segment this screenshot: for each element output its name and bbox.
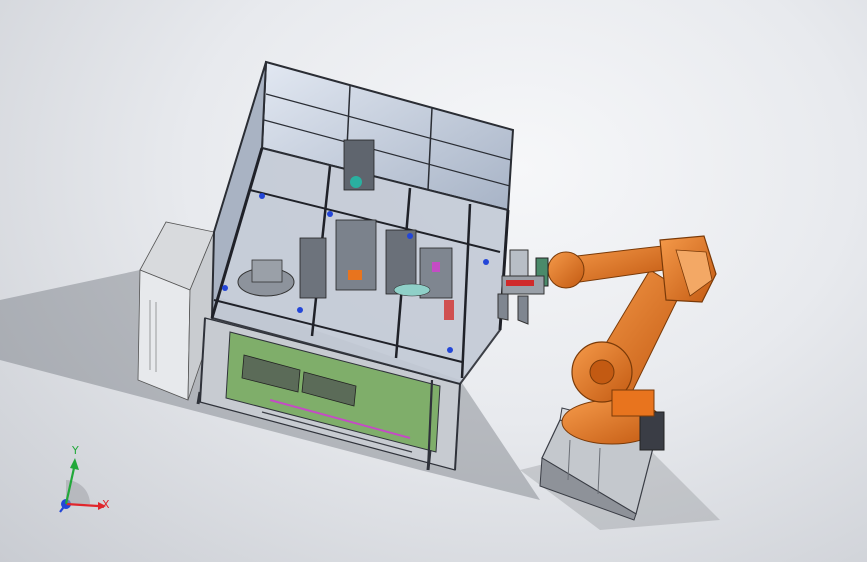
- y-axis-head: [70, 458, 79, 470]
- leg-front-right: [426, 449, 432, 471]
- robot-upper-arm[interactable]: [547, 235, 717, 303]
- x-axis-label: X: [102, 498, 110, 511]
- y-axis-label: Y: [71, 444, 79, 457]
- leg-front-left: [196, 391, 202, 405]
- coordinate-triad: X Y: [59, 444, 110, 513]
- cad-viewport[interactable]: X Y: [0, 0, 867, 562]
- x-axis-arrow: [65, 502, 99, 508]
